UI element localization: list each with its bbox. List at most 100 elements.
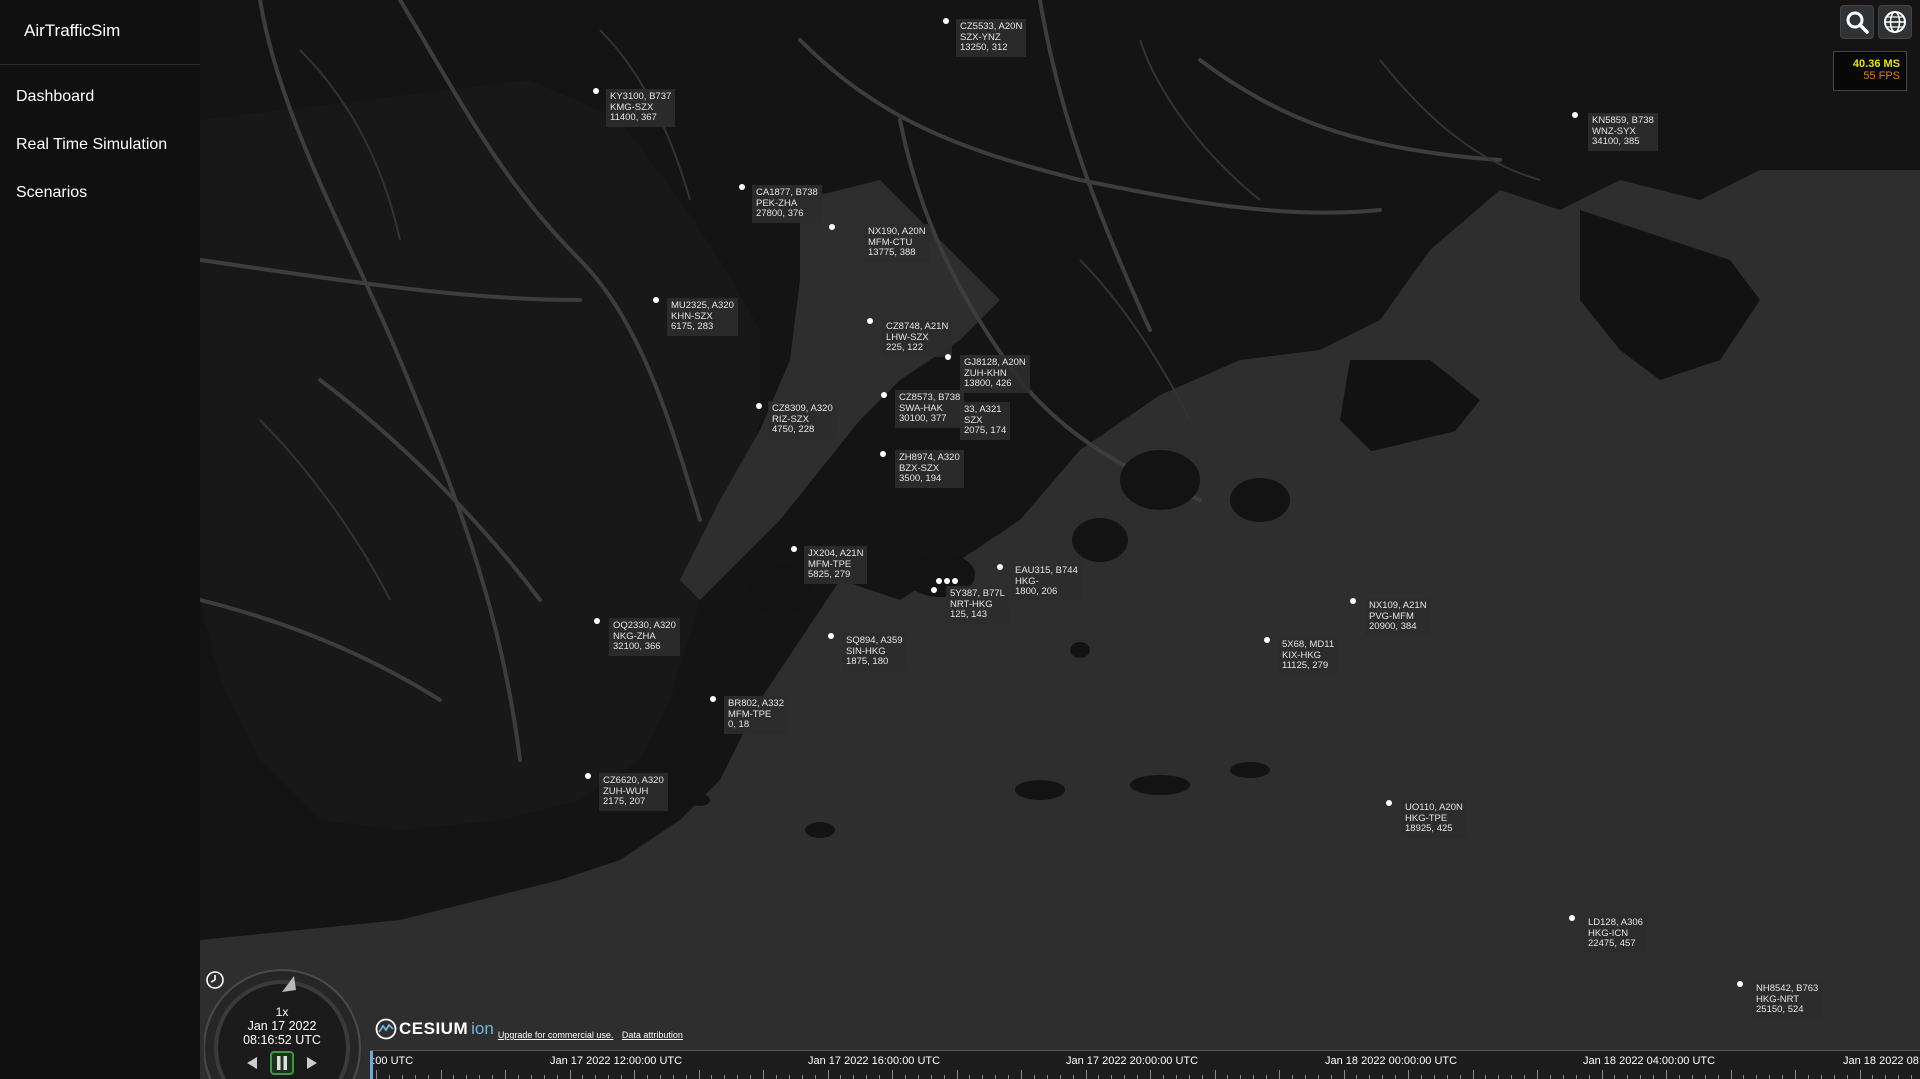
aircraft-marker[interactable] xyxy=(880,451,886,457)
play-button[interactable] xyxy=(302,1053,322,1073)
flight-label[interactable]: ZH8974, A320 BZX-SZX 3500, 194 xyxy=(895,450,964,488)
aircraft-marker[interactable] xyxy=(1569,915,1575,921)
flight-callsign: CA1877, B738 xyxy=(756,187,818,198)
play-reverse-icon xyxy=(247,1057,257,1069)
aircraft-marker[interactable] xyxy=(943,18,949,24)
cesium-logo-suffix: ion xyxy=(471,1019,494,1038)
timeline-label: Jan 18 2022 00:00:00 UTC xyxy=(1325,1055,1458,1067)
aircraft-marker[interactable] xyxy=(756,403,762,409)
timeline-tick xyxy=(827,1070,829,1079)
flight-alt-speed: 13775, 388 xyxy=(868,247,916,258)
aircraft-marker[interactable] xyxy=(653,297,659,303)
timeline-needle[interactable] xyxy=(370,1051,373,1079)
flight-alt-speed: 2175, 207 xyxy=(603,796,646,807)
upgrade-link[interactable]: Upgrade for commercial use. xyxy=(498,1030,614,1040)
aircraft-marker[interactable] xyxy=(1386,800,1392,806)
flight-label[interactable]: UO110, A20N HKG-TPE 18925, 425 xyxy=(1401,800,1467,838)
flight-label[interactable]: CZ8748, A21N LHW-SZX 225, 122 xyxy=(882,319,953,357)
timeline-tick xyxy=(1562,1075,1564,1079)
timeline-tick xyxy=(1124,1075,1126,1079)
app-root: AirTrafficSim Dashboard Real Time Simula… xyxy=(0,0,1920,1079)
timeline-tick xyxy=(376,1070,377,1079)
flight-label[interactable]: 33, A321 SZX 2075, 174 xyxy=(960,402,1011,440)
flight-label[interactable]: OQ2330, A320 NKG-ZHA 32100, 366 xyxy=(609,618,680,656)
flight-label[interactable]: JX204, A21N MFM-TPE 5825, 279 xyxy=(804,546,868,584)
timeline-tick xyxy=(582,1075,584,1079)
flight-alt-speed: 225, 122 xyxy=(886,342,923,353)
aircraft-marker[interactable] xyxy=(944,578,950,584)
aircraft-marker[interactable] xyxy=(593,88,599,94)
flight-label[interactable]: MU2325, A320 KHN-SZX 6175, 283 xyxy=(667,298,738,336)
flight-callsign: GJ8128, A20N xyxy=(964,357,1026,368)
aircraft-marker[interactable] xyxy=(594,618,600,624)
aircraft-marker[interactable] xyxy=(828,633,834,639)
aircraft-marker[interactable] xyxy=(791,546,797,552)
aircraft-marker[interactable] xyxy=(881,392,887,398)
nav-real-time-simulation[interactable]: Real Time Simulation xyxy=(0,121,200,169)
timeline-tick xyxy=(1524,1075,1526,1079)
flight-label[interactable]: CZ8309, A320 RIZ-SZX 4750, 228 xyxy=(768,401,837,439)
clock-icon[interactable] xyxy=(204,969,226,991)
flight-label[interactable]: NH8542, B763 HKG-NRT 25150, 524 xyxy=(1752,981,1823,1019)
aircraft-marker[interactable] xyxy=(1264,637,1270,643)
flight-label[interactable]: CZ5533, A20N SZX-YNZ 13250, 312 xyxy=(956,19,1027,57)
flight-label[interactable]: NX109, A21N PVG-MFM 20900, 384 xyxy=(1365,598,1431,636)
flight-callsign: NX109, A21N xyxy=(1369,600,1427,611)
search-button[interactable] xyxy=(1840,5,1874,39)
flight-label[interactable]: 5X68, MD11 KIX-HKG 11125, 279 xyxy=(1278,637,1339,675)
timeline-label: Jan 17 2022 20:00:00 UTC xyxy=(1066,1055,1199,1067)
flight-label[interactable]: CZ6620, A320 ZUH-WUH 2175, 207 xyxy=(599,773,668,811)
flight-label[interactable]: CZ8573, B738 SWA-HAK 30100, 377 xyxy=(895,390,965,428)
flight-alt-speed: 2075, 174 xyxy=(964,425,1007,436)
map-viewer[interactable]: CZ5533, A20N SZX-YNZ 13250, 312 KY3100, … xyxy=(200,0,1920,1079)
aircraft-marker[interactable] xyxy=(1350,598,1356,604)
flight-label[interactable]: 5Y387, B77L NRT-HKG 125, 143 xyxy=(946,586,1009,624)
timeline-label: 00:00 UTC xyxy=(370,1055,414,1067)
aircraft-marker[interactable] xyxy=(997,564,1003,570)
timeline-tick xyxy=(1498,1075,1500,1079)
flight-label[interactable]: SQ894, A359 SIN-HKG 1875, 180 xyxy=(842,633,907,671)
flight-label[interactable]: GJ8128, A20N ZUH-KHN 13800, 426 xyxy=(960,355,1030,393)
aircraft-marker[interactable] xyxy=(952,578,958,584)
flight-callsign: LD128, A306 xyxy=(1588,917,1643,928)
timeline-tick xyxy=(1485,1075,1487,1079)
timeline-tick xyxy=(1021,1070,1022,1079)
aircraft-marker[interactable] xyxy=(931,587,937,593)
flight-label[interactable]: LD128, A306 HKG-ICN 22475, 457 xyxy=(1584,915,1647,953)
aircraft-marker[interactable] xyxy=(1572,112,1578,118)
timeline-tick xyxy=(1859,1070,1861,1079)
rewind-button[interactable] xyxy=(242,1053,262,1073)
flight-label[interactable]: BR802, A332 MFM-TPE 0, 18 xyxy=(724,696,788,734)
flight-label[interactable]: KY3100, B737 KMG-SZX 11400, 367 xyxy=(606,89,676,127)
cesium-ion-logo[interactable]: CESIUM ion Upgrade for commercial use. D… xyxy=(375,1018,689,1040)
nav-scenarios[interactable]: Scenarios xyxy=(0,169,200,217)
timeline-tick xyxy=(982,1075,984,1079)
nav-dashboard[interactable]: Dashboard xyxy=(0,73,200,121)
timeline-tick xyxy=(1898,1075,1900,1079)
timeline[interactable]: 00:00 UTC Jan 17 2022 12:00:00 UTC Jan 1… xyxy=(370,1050,1920,1079)
scene-mode-button[interactable] xyxy=(1878,5,1912,39)
aircraft-marker[interactable] xyxy=(585,773,591,779)
aircraft-marker[interactable] xyxy=(945,354,951,360)
aircraft-marker[interactable] xyxy=(739,184,745,190)
flight-label[interactable]: CA1877, B738 PEK-ZHA 27800, 376 xyxy=(752,185,822,223)
aircraft-marker[interactable] xyxy=(829,224,835,230)
flight-alt-speed: 1800, 206 xyxy=(1015,586,1058,597)
timeline-tick xyxy=(646,1075,648,1079)
flight-label[interactable]: EAU315, B744 HKG- 1800, 206 xyxy=(1011,563,1082,601)
timeline-tick xyxy=(685,1075,687,1079)
flight-callsign: 5X68, MD11 xyxy=(1282,639,1335,650)
aircraft-marker[interactable] xyxy=(867,318,873,324)
aircraft-marker[interactable] xyxy=(710,696,716,702)
timeline-tick xyxy=(840,1075,842,1079)
timeline-tick xyxy=(1653,1075,1655,1079)
aircraft-marker[interactable] xyxy=(1737,981,1743,987)
flight-label[interactable]: NX190, A20N MFM-CTU 13775, 388 xyxy=(864,224,930,262)
aircraft-marker[interactable] xyxy=(936,578,942,584)
map-base xyxy=(200,0,1920,1079)
timeline-tick xyxy=(904,1075,906,1079)
pause-button[interactable] xyxy=(270,1051,294,1075)
timeline-tick xyxy=(1266,1075,1268,1079)
flight-label[interactable]: KN5859, B738 WNZ-SYX 34100, 385 xyxy=(1588,113,1658,151)
data-attribution-link[interactable]: Data attribution xyxy=(622,1030,683,1040)
